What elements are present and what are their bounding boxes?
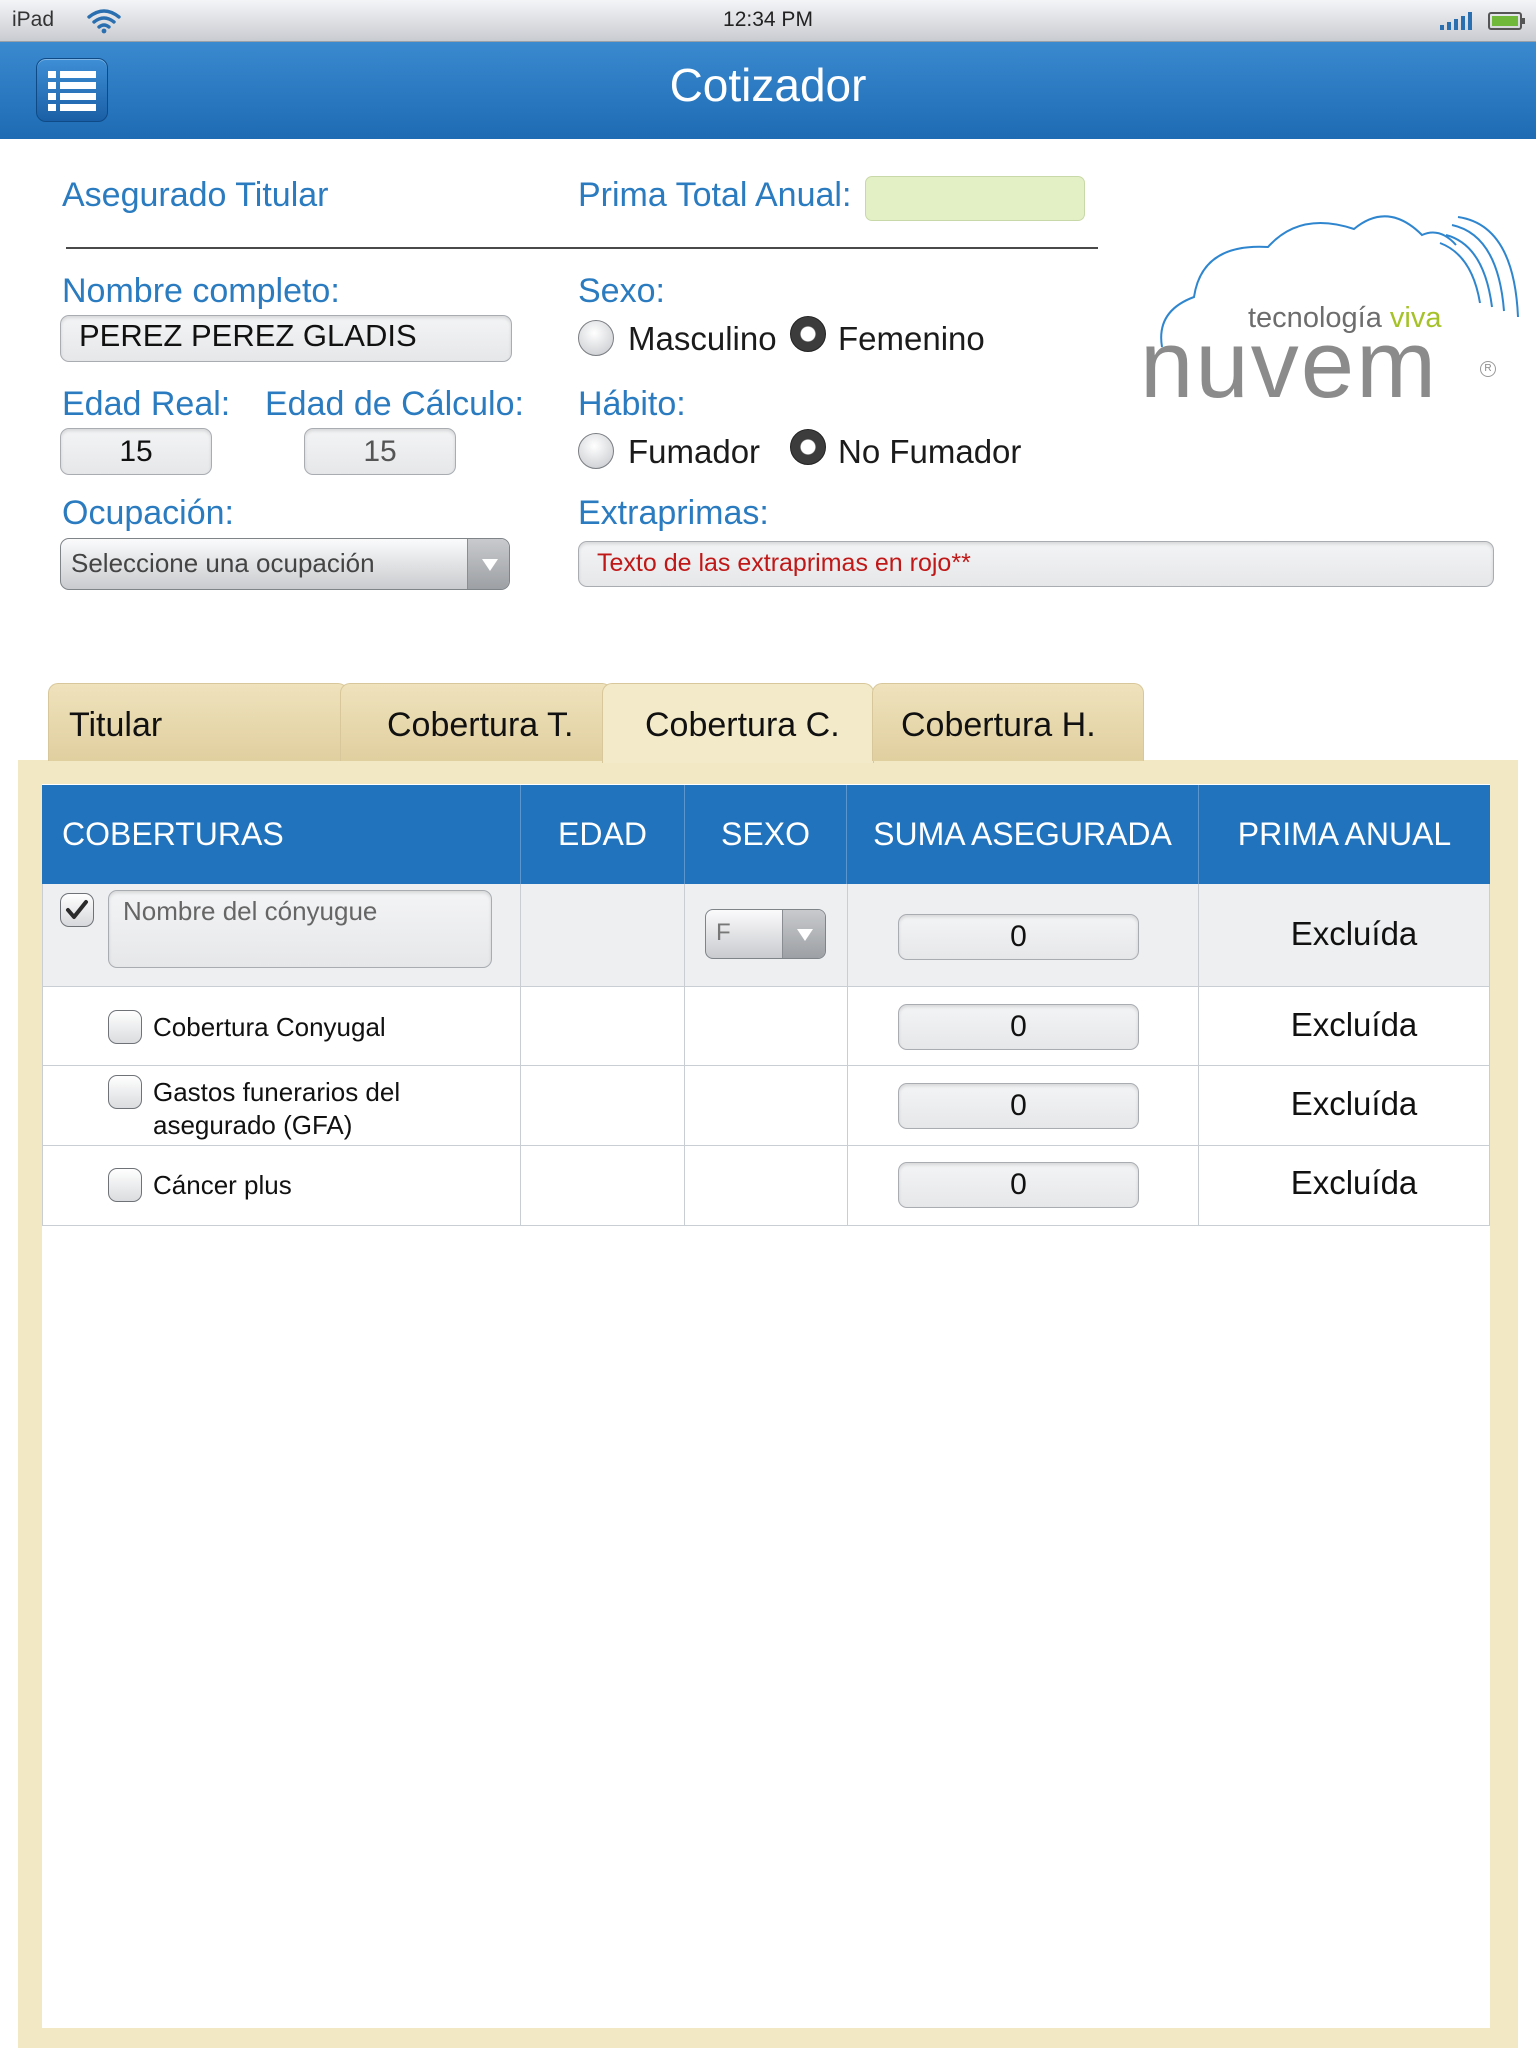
grid-line	[42, 1225, 1490, 1226]
extraprimas-label: Extraprimas:	[578, 494, 769, 532]
clock: 12:34 PM	[723, 8, 813, 31]
spouse-prima-value: Excluída	[1290, 915, 1418, 952]
nombre-label: Nombre completo:	[62, 272, 340, 310]
grid-line	[42, 1145, 1490, 1146]
spouse-checkbox[interactable]	[60, 893, 94, 927]
tab-cobertura-t[interactable]: Cobertura T.	[340, 683, 612, 761]
grid-line	[1198, 884, 1199, 1225]
checkmark-icon	[66, 900, 88, 919]
extraprimas-value: Texto de las extraprimas en rojo**	[597, 549, 971, 577]
chevron-down-icon	[482, 559, 498, 571]
asegurado-titular-label: Asegurado Titular	[62, 176, 329, 214]
spouse-sexo-value: F	[716, 919, 731, 946]
grid-line	[847, 884, 848, 1225]
sexo-masculino-radio[interactable]	[578, 320, 614, 356]
edad-calculo-field: 15	[304, 428, 456, 475]
chevron-down-icon	[797, 929, 813, 941]
extraprimas-field[interactable]: Texto de las extraprimas en rojo**	[578, 541, 1494, 587]
grid-line	[42, 986, 1490, 987]
grid-line	[42, 884, 43, 1225]
nombre-field[interactable]: PEREZ PEREZ GLADIS	[60, 315, 512, 362]
cobertura-conyugal-suma-value: 0	[1010, 1010, 1027, 1043]
gastos-funerarios-checkbox[interactable]	[108, 1075, 142, 1109]
column-header-coberturas-text: COBERTURAS	[62, 816, 284, 852]
prima-total-field	[865, 176, 1085, 221]
gastos-funerarios-label: Gastos funerarios del asegurado (GFA)	[153, 1076, 400, 1142]
habito-no-fumador-label: No Fumador	[838, 433, 1022, 470]
ocupacion-value: Seleccione una ocupación	[71, 548, 375, 578]
page-title: Cotizador	[669, 59, 867, 111]
column-header-suma: SUMA ASEGURADA	[847, 785, 1199, 884]
gastos-funerarios-prima-value: Excluída	[1290, 1085, 1418, 1122]
grid-line	[684, 884, 685, 1225]
column-header-coberturas: COBERTURAS	[42, 785, 521, 884]
column-header-sexo-text: SEXO	[721, 816, 810, 852]
cancer-plus-suma-value: 0	[1010, 1168, 1027, 1201]
sexo-femenino-label: Femenino	[838, 320, 985, 357]
spouse-sexo-dropdown-button[interactable]	[782, 910, 825, 958]
habito-fumador-radio[interactable]	[578, 433, 614, 469]
spouse-name-placeholder: Nombre del cónyugue	[123, 896, 378, 926]
sexo-masculino-label: Masculino	[628, 320, 777, 357]
spouse-suma-field[interactable]: 0	[898, 914, 1139, 960]
column-header-edad: EDAD	[521, 785, 685, 884]
prima-total-label: Prima Total Anual:	[578, 176, 852, 214]
tab-cobertura-c[interactable]: Cobertura C.	[602, 683, 874, 763]
habito-fumador-label: Fumador	[628, 433, 761, 470]
spouse-sexo-select[interactable]: F	[705, 909, 826, 959]
grid-line	[42, 1065, 1490, 1066]
status-bar: iPad 12:34 PM	[0, 0, 1536, 42]
gastos-funerarios-label-line1: Gastos funerarios del	[153, 1077, 401, 1107]
gastos-funerarios-suma-value: 0	[1010, 1089, 1027, 1122]
column-header-sexo: SEXO	[685, 785, 847, 884]
column-header-edad-text: EDAD	[558, 816, 647, 852]
ocupacion-label: Ocupación:	[62, 494, 234, 532]
edad-real-value: 15	[119, 435, 153, 468]
edad-calculo-label: Edad de Cálculo:	[265, 385, 524, 423]
ocupacion-dropdown-button[interactable]	[467, 539, 509, 589]
cancer-plus-suma-field[interactable]: 0	[898, 1162, 1139, 1208]
gastos-funerarios-suma-field[interactable]: 0	[898, 1083, 1139, 1129]
tab-cobertura-h-label: Cobertura H.	[901, 706, 1096, 744]
registered-mark: R	[1480, 361, 1496, 377]
sexo-label: Sexo:	[578, 272, 665, 310]
cobertura-conyugal-prima-value: Excluída	[1290, 1006, 1418, 1043]
edad-calculo-value: 15	[363, 435, 397, 468]
cancer-plus-prima-value: Excluída	[1290, 1164, 1418, 1201]
spouse-name-field[interactable]: Nombre del cónyugue	[108, 890, 492, 968]
cancer-plus-checkbox[interactable]	[108, 1168, 142, 1202]
logo-brand: nuvem	[1140, 311, 1439, 418]
cobertura-conyugal-suma-field[interactable]: 0	[898, 1004, 1139, 1050]
cobertura-conyugal-label: Cobertura Conyugal	[153, 1012, 386, 1042]
tab-cobertura-t-label: Cobertura T.	[387, 706, 574, 744]
nuvem-logo: tecnología viva nuvem R	[1140, 215, 1520, 415]
habito-no-fumador-radio[interactable]	[790, 429, 826, 465]
column-header-prima-text: PRIMA ANUAL	[1237, 816, 1452, 852]
tab-titular[interactable]: Titular	[48, 683, 348, 761]
nav-bar: Cotizador	[0, 42, 1536, 139]
cobertura-conyugal-checkbox[interactable]	[108, 1010, 142, 1044]
ocupacion-select[interactable]: Seleccione una ocupación	[60, 538, 510, 590]
sexo-femenino-radio[interactable]	[790, 316, 826, 352]
tab-cobertura-c-label: Cobertura C.	[645, 706, 840, 744]
column-header-prima: PRIMA ANUAL	[1199, 785, 1490, 884]
header-divider	[66, 247, 1098, 249]
spouse-suma-value: 0	[1010, 920, 1027, 953]
edad-real-label: Edad Real:	[62, 385, 231, 423]
cancer-plus-label: Cáncer plus	[153, 1170, 292, 1200]
tab-titular-label: Titular	[69, 706, 163, 744]
habito-label: Hábito:	[578, 385, 686, 423]
battery-icon	[1488, 11, 1526, 36]
signal-icon	[1440, 12, 1476, 35]
tab-cobertura-h[interactable]: Cobertura H.	[872, 683, 1144, 761]
grid-line	[520, 884, 521, 1225]
nombre-value: PEREZ PEREZ GLADIS	[79, 318, 417, 353]
column-header-suma-text: SUMA ASEGURADA	[873, 816, 1172, 852]
edad-real-field[interactable]: 15	[60, 428, 212, 475]
gastos-funerarios-label-line2: asegurado (GFA)	[153, 1110, 353, 1140]
